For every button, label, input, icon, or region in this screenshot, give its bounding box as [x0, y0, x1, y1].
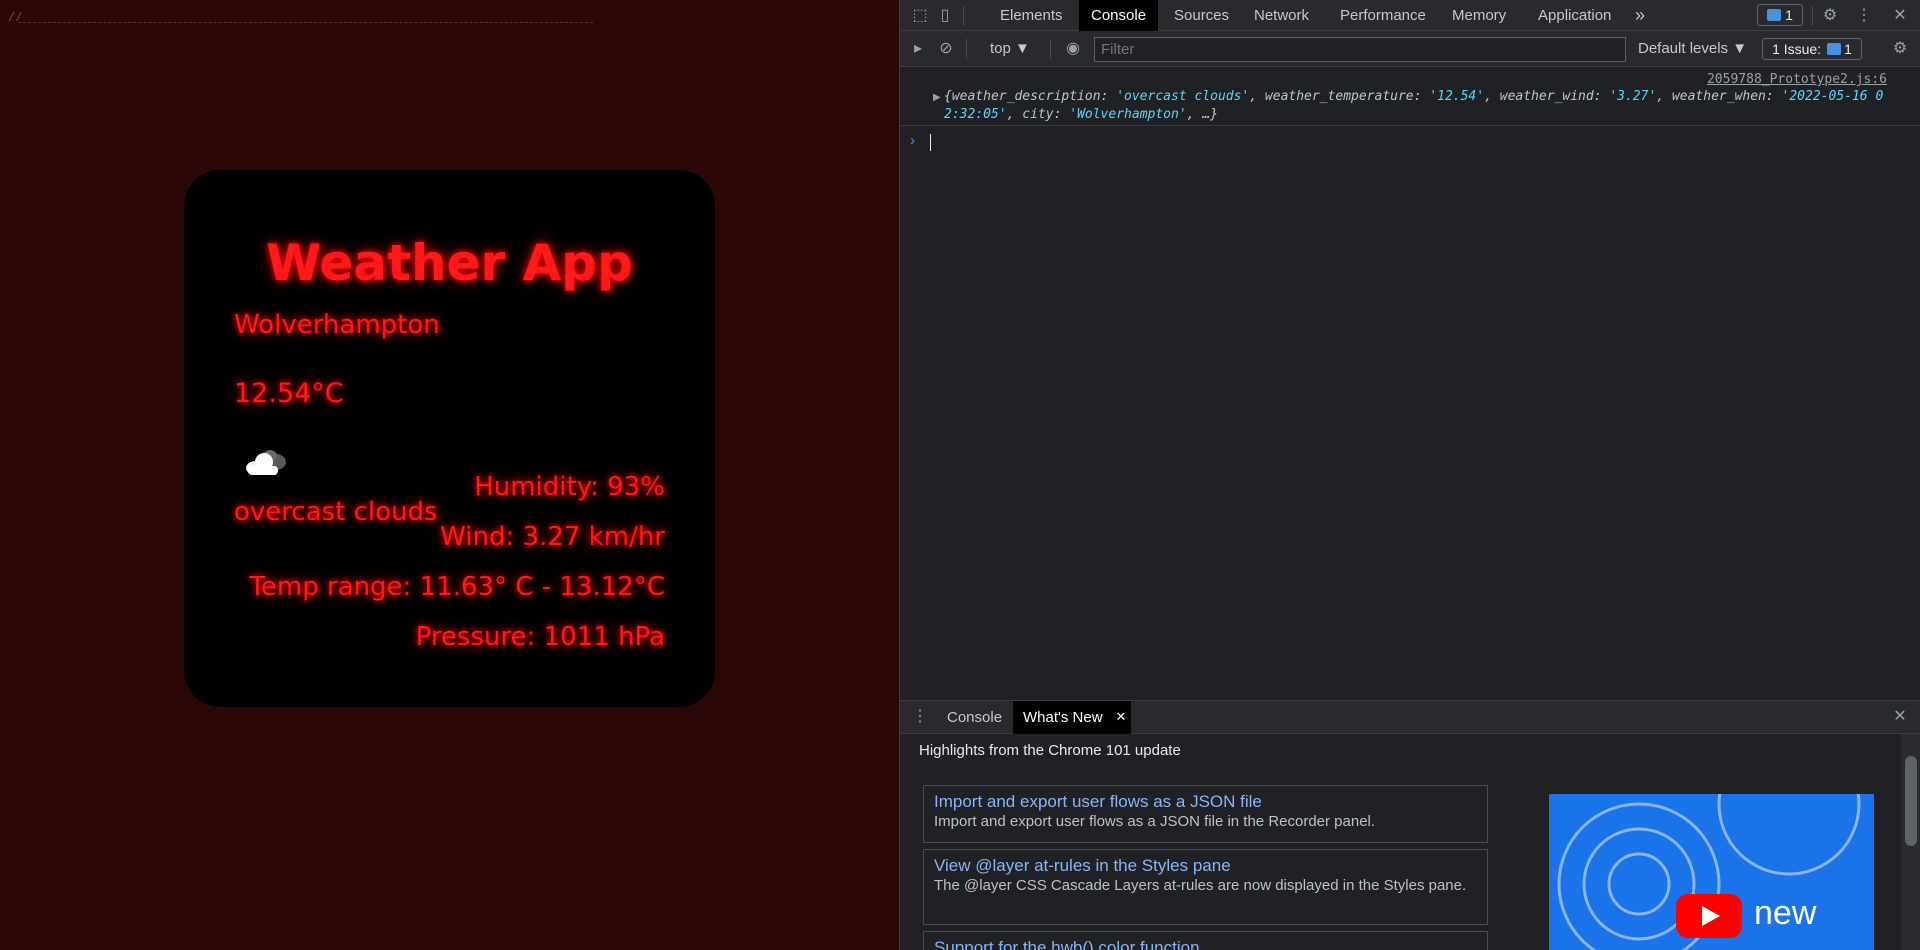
overcast-cloud-icon [246, 450, 286, 475]
log-value: 'Wolverhampton' [1069, 107, 1187, 122]
news-item[interactable]: Import and export user flows as a JSON f… [923, 785, 1488, 843]
tab-sources[interactable]: Sources [1162, 0, 1241, 31]
temperature: 12.54°C [234, 378, 344, 409]
log-levels-dropdown[interactable]: Default levels ▼ [1638, 31, 1747, 67]
log-key: weather_temperature [1264, 89, 1414, 104]
promo-text: new [1754, 894, 1817, 932]
city-name: Wolverhampton [234, 310, 440, 340]
ellipsis: …} [1202, 107, 1218, 122]
drawer-scrollbar[interactable] [1901, 734, 1920, 950]
drawer-heading: Highlights from the Chrome 101 update [919, 742, 1181, 759]
drawer-menu-icon[interactable]: ⋮ [910, 707, 930, 727]
tab-elements[interactable]: Elements [988, 0, 1075, 31]
humidity: Humidity: 93% [474, 472, 665, 502]
separator [963, 6, 964, 26]
drawer-tab-console[interactable]: Console [937, 701, 1012, 734]
devtools-drawer: ⋮ Console What's New ✕ ✕ Highlights from… [900, 700, 1920, 950]
more-tabs-button[interactable]: » [1635, 0, 1645, 31]
log-key: weather_when [1671, 89, 1766, 104]
weather-card: Weather App Wolverhampton 12.54°C overca… [184, 170, 715, 707]
whats-new-video-thumbnail[interactable]: new [1549, 794, 1874, 950]
message-icon [1767, 9, 1782, 21]
tab-memory[interactable]: Memory [1440, 0, 1518, 31]
wind-speed: Wind: 3.27 km/hr [440, 522, 665, 552]
youtube-play-icon[interactable] [1676, 894, 1742, 938]
top-comment-line: // [8, 10, 593, 26]
temperature-range: Temp range: 11.63° C - 13.12°C [249, 572, 665, 602]
context-selector[interactable]: top ▼ [990, 31, 1030, 67]
drawer-tabbar: ⋮ Console What's New ✕ ✕ [900, 701, 1920, 734]
issues-count: 1 [1844, 41, 1852, 57]
log-object-preview: {weather_description: 'overcast clouds',… [944, 89, 1884, 122]
tab-application[interactable]: Application [1526, 0, 1623, 31]
messages-count: 1 [1785, 7, 1793, 23]
news-title[interactable]: View @layer at-rules in the Styles pane [934, 855, 1477, 877]
play-triangle [1702, 906, 1720, 926]
inspect-element-icon[interactable]: ⬚ [910, 6, 930, 26]
log-message[interactable]: ▶ {weather_description: 'overcast clouds… [900, 88, 1920, 126]
log-value: 'overcast clouds' [1116, 89, 1250, 104]
issue-icon [1827, 43, 1842, 55]
news-description: Import and export user flows as a JSON f… [934, 813, 1376, 830]
issues-button[interactable]: 1 Issue: 1 [1762, 38, 1862, 60]
close-drawer-icon[interactable]: ✕ [1890, 707, 1910, 727]
console-prompt-chevron-icon: › [910, 132, 915, 149]
tab-console[interactable]: Console [1079, 0, 1159, 31]
tab-network[interactable]: Network [1242, 0, 1321, 31]
devtools-panel: ⬚ ▯ Elements Console Sources Network Per… [899, 0, 1920, 950]
console-settings-gear-icon[interactable]: ⚙ [1890, 39, 1910, 59]
news-item[interactable]: View @layer at-rules in the Styles pane … [923, 849, 1488, 925]
settings-gear-icon[interactable]: ⚙ [1820, 6, 1840, 26]
console-toolbar: ▸ ⊘ top ▼ ◉ Default levels ▼ 1 Issue: 1 ⚙ [900, 31, 1920, 67]
log-key: weather_wind [1499, 89, 1594, 104]
log-key: city [1022, 107, 1054, 122]
app-title: Weather App [266, 234, 633, 292]
scrollbar-thumb[interactable] [1905, 756, 1917, 846]
devtools-tabbar: ⬚ ▯ Elements Console Sources Network Per… [900, 0, 1920, 31]
messages-badge[interactable]: 1 [1757, 4, 1803, 26]
device-toolbar-icon[interactable]: ▯ [935, 6, 955, 26]
news-description: The @layer CSS Cascade Layers at-rules a… [934, 877, 1467, 894]
console-input-caret[interactable] [930, 134, 931, 151]
close-devtools-icon[interactable]: ✕ [1890, 6, 1910, 26]
news-title[interactable]: Import and export user flows as a JSON f… [934, 791, 1477, 813]
log-key: weather_description [951, 89, 1101, 104]
live-expression-eye-icon[interactable]: ◉ [1063, 39, 1083, 59]
expand-triangle-icon[interactable]: ▶ [933, 92, 941, 103]
weather-description: overcast clouds [234, 497, 438, 527]
log-value: '3.27' [1609, 89, 1657, 104]
sidebar-toggle-icon[interactable]: ▸ [908, 39, 928, 59]
dashed-rule [18, 22, 593, 23]
clear-console-icon[interactable]: ⊘ [936, 39, 956, 59]
news-title[interactable]: Support for the hwb() color function [934, 937, 1477, 950]
filter-input[interactable] [1094, 37, 1626, 62]
tab-performance[interactable]: Performance [1328, 0, 1438, 31]
news-item[interactable]: Support for the hwb() color function [923, 931, 1488, 950]
console-output: 2059788_Prototype2.js:6 ▶ {weather_descr… [900, 68, 1920, 699]
log-value: '12.54' [1429, 89, 1485, 104]
issues-label: 1 Issue: [1772, 41, 1822, 57]
close-tab-icon[interactable]: ✕ [1111, 707, 1131, 727]
brace: { [944, 89, 952, 104]
source-link[interactable]: 2059788_Prototype2.js:6 [1707, 72, 1887, 87]
separator [1812, 6, 1813, 26]
web-page: // Weather App Wolverhampton 12.54°C ove… [0, 0, 899, 950]
pressure: Pressure: 1011 hPa [415, 622, 665, 652]
more-options-icon[interactable]: ⋮ [1854, 6, 1874, 26]
separator [966, 39, 967, 59]
separator [1050, 39, 1051, 59]
